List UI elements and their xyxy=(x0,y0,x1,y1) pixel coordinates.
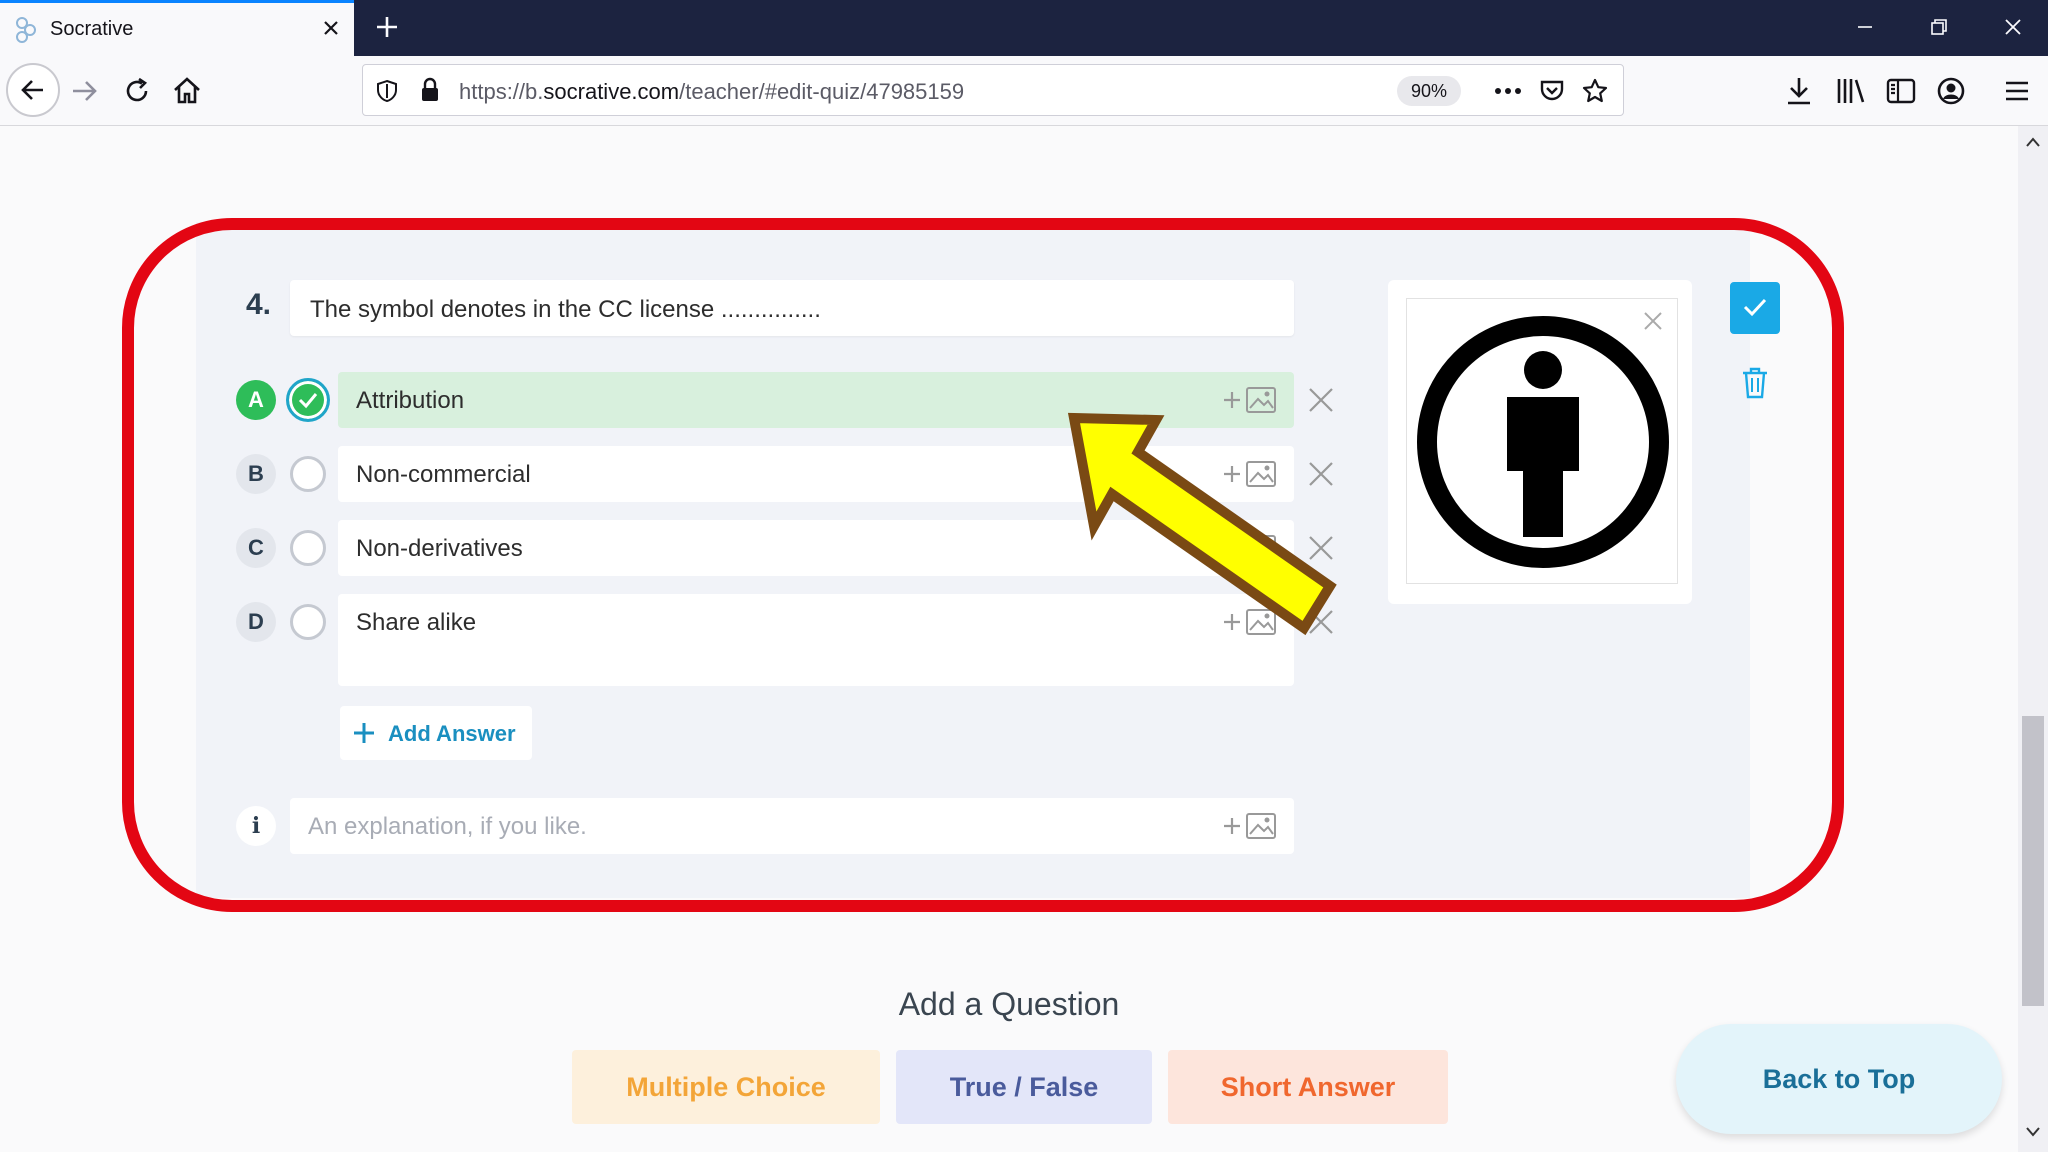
scroll-thumb[interactable] xyxy=(2022,716,2044,1006)
answer-field-c[interactable]: Non-derivatives xyxy=(338,520,1294,576)
url-host: socrative.com xyxy=(543,79,680,104)
url-bar[interactable]: https://b.socrative.com/teacher/#edit-qu… xyxy=(362,64,1624,116)
more-icon[interactable] xyxy=(1493,79,1523,103)
plus-icon[interactable] xyxy=(372,12,402,42)
reload-icon[interactable] xyxy=(120,74,154,108)
minimize-icon[interactable] xyxy=(1852,14,1878,40)
close-icon[interactable] xyxy=(318,15,344,41)
question-text: The symbol denotes in the CC license ...… xyxy=(310,296,821,323)
remove-image-icon[interactable] xyxy=(1640,308,1666,334)
account-icon[interactable] xyxy=(1934,74,1968,108)
delete-answer-icon[interactable] xyxy=(1306,533,1336,563)
url-prefix: https://b. xyxy=(459,79,544,104)
save-question-button[interactable] xyxy=(1730,282,1780,334)
check-icon xyxy=(1743,298,1767,317)
scroll-down-icon[interactable] xyxy=(2025,1126,2041,1138)
check-icon xyxy=(298,393,318,409)
delete-answer-icon[interactable] xyxy=(1306,607,1336,637)
tab-socrative[interactable]: Socrative xyxy=(0,0,354,56)
add-answer-button[interactable]: Add Answer xyxy=(340,706,532,760)
answer-field-a[interactable]: Attribution xyxy=(338,372,1294,428)
star-icon[interactable] xyxy=(1581,77,1609,105)
answer-letter-d: D xyxy=(236,602,276,642)
question-number: 4. xyxy=(246,288,272,321)
explanation-placeholder: An explanation, if you like. xyxy=(308,813,587,840)
question-text-field[interactable]: The symbol denotes in the CC license ...… xyxy=(290,280,1294,336)
add-image-icon[interactable] xyxy=(1220,457,1280,491)
short-answer-button[interactable]: Short Answer xyxy=(1168,1050,1448,1124)
explanation-info-icon: i xyxy=(236,806,276,846)
answer-letter-a: A xyxy=(236,380,276,420)
question-image[interactable] xyxy=(1406,298,1678,584)
url-text[interactable]: https://b.socrative.com/teacher/#edit-qu… xyxy=(459,79,964,105)
correct-answer-toggle-c[interactable] xyxy=(290,530,326,566)
true-false-button[interactable]: True / False xyxy=(896,1050,1152,1124)
cc-attribution-icon xyxy=(1417,316,1669,568)
tab-title: Socrative xyxy=(50,18,134,40)
download-icon[interactable] xyxy=(1782,74,1816,108)
add-image-icon[interactable] xyxy=(1220,809,1280,843)
answer-field-d[interactable]: Share alike xyxy=(338,594,1294,686)
answer-text-d: Share alike xyxy=(356,609,477,636)
answer-letter-b: B xyxy=(236,454,276,494)
add-image-icon[interactable] xyxy=(1220,531,1280,565)
answer-text-b: Non-commercial xyxy=(356,461,531,488)
library-icon[interactable] xyxy=(1834,74,1868,108)
back-to-top-button[interactable]: Back to Top xyxy=(1676,1024,2002,1134)
back-arrow-icon xyxy=(21,80,43,100)
answer-letter-c: C xyxy=(236,528,276,568)
shield-icon[interactable] xyxy=(375,79,399,103)
correct-answer-toggle-a[interactable] xyxy=(286,378,330,422)
browser-titlebar: Socrative xyxy=(0,0,2048,56)
url-path: /teacher/#edit-quiz/47985159 xyxy=(679,79,965,104)
add-image-icon[interactable] xyxy=(1220,605,1280,639)
socrative-logo-icon xyxy=(16,17,36,43)
answer-text-c: Non-derivatives xyxy=(356,535,523,562)
menu-icon[interactable] xyxy=(2000,74,2034,108)
answer-text-a: Attribution xyxy=(356,387,465,414)
delete-answer-icon[interactable] xyxy=(1306,385,1336,415)
correct-answer-toggle-b[interactable] xyxy=(290,456,326,492)
back-button[interactable] xyxy=(6,63,60,117)
restore-icon[interactable] xyxy=(1926,14,1952,40)
correct-answer-toggle-d[interactable] xyxy=(290,604,326,640)
explanation-field[interactable]: An explanation, if you like. xyxy=(290,798,1294,854)
delete-answer-icon[interactable] xyxy=(1306,459,1336,489)
home-icon[interactable] xyxy=(170,74,204,108)
forward-arrow-icon[interactable] xyxy=(68,74,102,108)
close-window-icon[interactable] xyxy=(2000,14,2026,40)
scroll-up-icon[interactable] xyxy=(2025,136,2041,148)
add-answer-label: Add Answer xyxy=(388,721,516,746)
pocket-icon[interactable] xyxy=(1539,78,1565,104)
zoom-level[interactable]: 90% xyxy=(1397,76,1461,106)
trash-icon[interactable] xyxy=(1740,366,1770,400)
plus-icon xyxy=(354,723,374,743)
sidebar-icon[interactable] xyxy=(1884,74,1918,108)
add-image-icon[interactable] xyxy=(1220,383,1280,417)
multiple-choice-button[interactable]: Multiple Choice xyxy=(572,1050,880,1124)
answer-field-b[interactable]: Non-commercial xyxy=(338,446,1294,502)
back-to-top-label: Back to Top xyxy=(1762,1064,1916,1094)
lock-icon[interactable] xyxy=(419,77,441,103)
browser-navbar: https://b.socrative.com/teacher/#edit-qu… xyxy=(0,56,2048,126)
add-question-heading: Add a Question xyxy=(898,986,1120,1022)
